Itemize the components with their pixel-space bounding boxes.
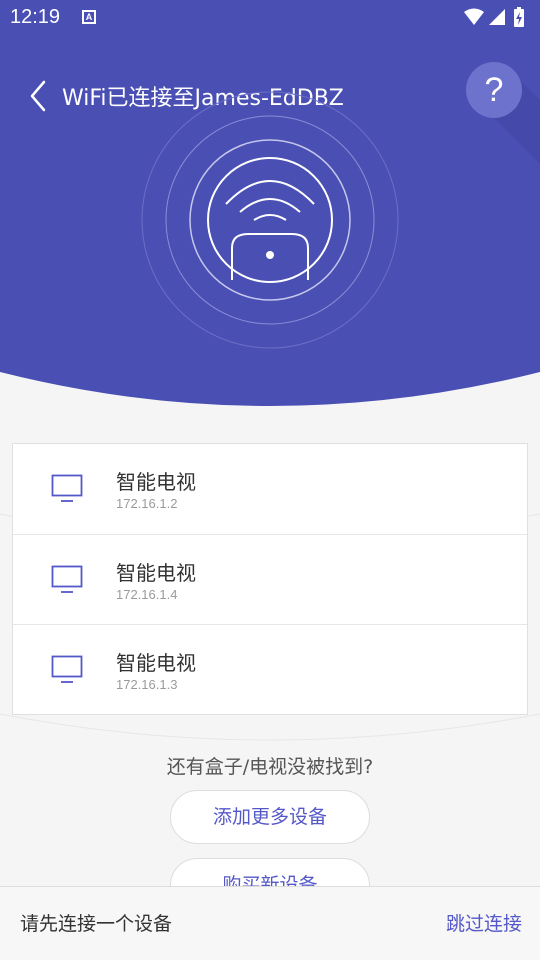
chevron-left-icon (30, 80, 46, 112)
device-ip: 172.16.1.2 (116, 496, 178, 511)
device-name: 智能电视 (116, 470, 196, 494)
back-button[interactable] (24, 78, 54, 114)
connect-hint: 请先连接一个设备 (20, 913, 173, 935)
notification-icon: A (82, 10, 96, 24)
device-item[interactable]: 智能电视 172.16.1.3 (13, 624, 527, 714)
tv-icon (51, 474, 83, 504)
tv-icon (51, 655, 83, 685)
skip-connection-link[interactable]: 跳过连接 (446, 909, 522, 936)
bottom-bar: 请先连接一个设备 跳过连接 (0, 886, 540, 960)
not-found-prompt: 还有盒子/电视没被找到? (166, 756, 374, 778)
question-icon: ? (484, 71, 504, 109)
device-item[interactable]: 智能电视 172.16.1.2 (13, 444, 527, 534)
status-bar: 12:19 A (0, 0, 540, 36)
status-icons (462, 7, 532, 33)
wifi-icon (464, 8, 484, 25)
device-name: 智能电视 (116, 561, 196, 585)
signal-icon (489, 9, 505, 25)
device-ip: 172.16.1.4 (116, 587, 178, 602)
add-more-devices-button[interactable]: 添加更多设备 (170, 790, 370, 844)
tv-icon (51, 565, 83, 595)
router-illustration (140, 90, 400, 350)
device-list: 智能电视 172.16.1.2 智能电视 172.16.1.4 智能电视 172… (12, 443, 528, 715)
device-ip: 172.16.1.3 (116, 677, 178, 692)
help-button[interactable]: ? (466, 62, 522, 118)
device-name: 智能电视 (116, 651, 196, 675)
status-time: 12:19 (10, 6, 61, 28)
device-item[interactable]: 智能电视 172.16.1.4 (13, 534, 527, 624)
